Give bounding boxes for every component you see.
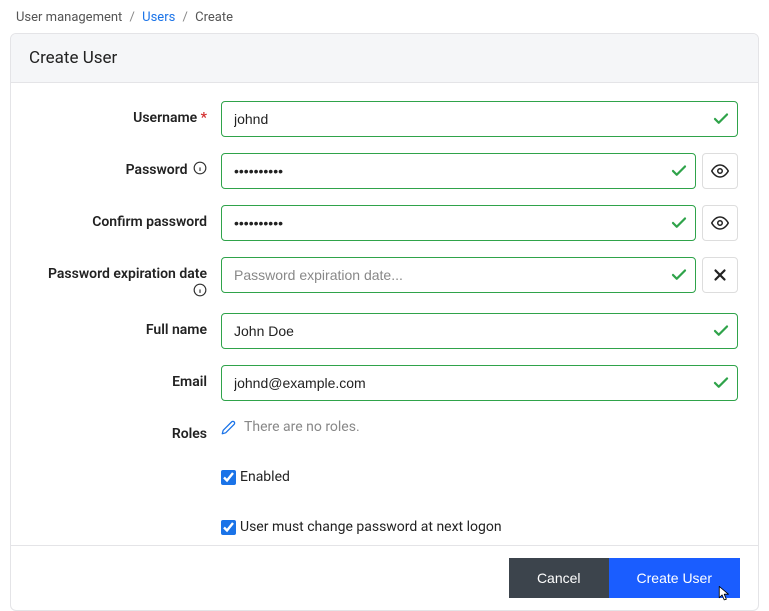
label-username: Username *	[31, 101, 221, 127]
breadcrumb-separator: /	[183, 10, 188, 25]
checkmark-icon	[670, 266, 688, 284]
must-change-label: User must change password at next logon	[240, 519, 502, 535]
checkmark-icon	[712, 110, 730, 128]
row-must-change: User must change password at next logon	[221, 519, 738, 535]
password-input[interactable]	[221, 153, 696, 189]
enabled-label: Enabled	[240, 469, 290, 485]
close-icon	[711, 266, 729, 284]
label-password: Password	[31, 153, 221, 179]
enabled-checkbox[interactable]	[221, 470, 236, 485]
panel-body: Username * Password	[11, 83, 758, 545]
checkmark-icon	[670, 214, 688, 232]
breadcrumb-separator: /	[130, 10, 135, 25]
checkmark-icon	[670, 162, 688, 180]
cancel-button[interactable]: Cancel	[509, 558, 609, 598]
row-expiration: Password expiration date	[31, 257, 738, 297]
label-username-text: Username	[133, 110, 197, 126]
email-input[interactable]	[221, 365, 738, 401]
toggle-confirm-password-visibility-button[interactable]	[702, 205, 738, 241]
label-password-text: Password	[126, 162, 188, 178]
row-roles: Roles There are no roles.	[31, 417, 738, 443]
breadcrumb-root: User management	[16, 10, 122, 25]
label-expiration: Password expiration date	[31, 257, 221, 297]
full-name-input[interactable]	[221, 313, 738, 349]
pencil-icon[interactable]	[221, 420, 236, 435]
eye-icon	[711, 214, 729, 232]
toggle-password-visibility-button[interactable]	[702, 153, 738, 189]
row-enabled: Enabled	[221, 469, 738, 485]
row-email: Email	[31, 365, 738, 401]
eye-icon	[711, 162, 729, 180]
row-username: Username *	[31, 101, 738, 137]
row-full-name: Full name	[31, 313, 738, 349]
required-asterisk: *	[201, 110, 207, 126]
breadcrumb-users-link[interactable]: Users	[142, 10, 175, 25]
info-icon	[193, 283, 207, 297]
label-email: Email	[31, 365, 221, 391]
panel-footer: Cancel Create User	[11, 545, 758, 610]
row-password: Password	[31, 153, 738, 189]
must-change-checkbox[interactable]	[221, 520, 236, 535]
panel-title: Create User	[11, 34, 758, 83]
label-expiration-text: Password expiration date	[48, 265, 207, 283]
label-full-name: Full name	[31, 313, 221, 339]
row-confirm-password: Confirm password	[31, 205, 738, 241]
roles-empty-text: There are no roles.	[244, 419, 360, 435]
label-confirm-password: Confirm password	[31, 205, 221, 231]
cursor-pointer-icon	[715, 585, 732, 602]
confirm-password-input[interactable]	[221, 205, 696, 241]
checkmark-icon	[712, 322, 730, 340]
breadcrumb-current: Create	[195, 10, 233, 25]
create-user-panel: Create User Username * Password	[10, 33, 759, 611]
breadcrumb: User management / Users / Create	[0, 0, 769, 33]
label-roles: Roles	[31, 417, 221, 443]
checkmark-icon	[712, 374, 730, 392]
expiration-input[interactable]	[221, 257, 696, 293]
clear-expiration-button[interactable]	[702, 257, 738, 293]
username-input[interactable]	[221, 101, 738, 137]
info-icon	[193, 161, 207, 175]
create-user-button[interactable]: Create User	[609, 558, 740, 598]
create-user-button-label: Create User	[637, 570, 712, 586]
